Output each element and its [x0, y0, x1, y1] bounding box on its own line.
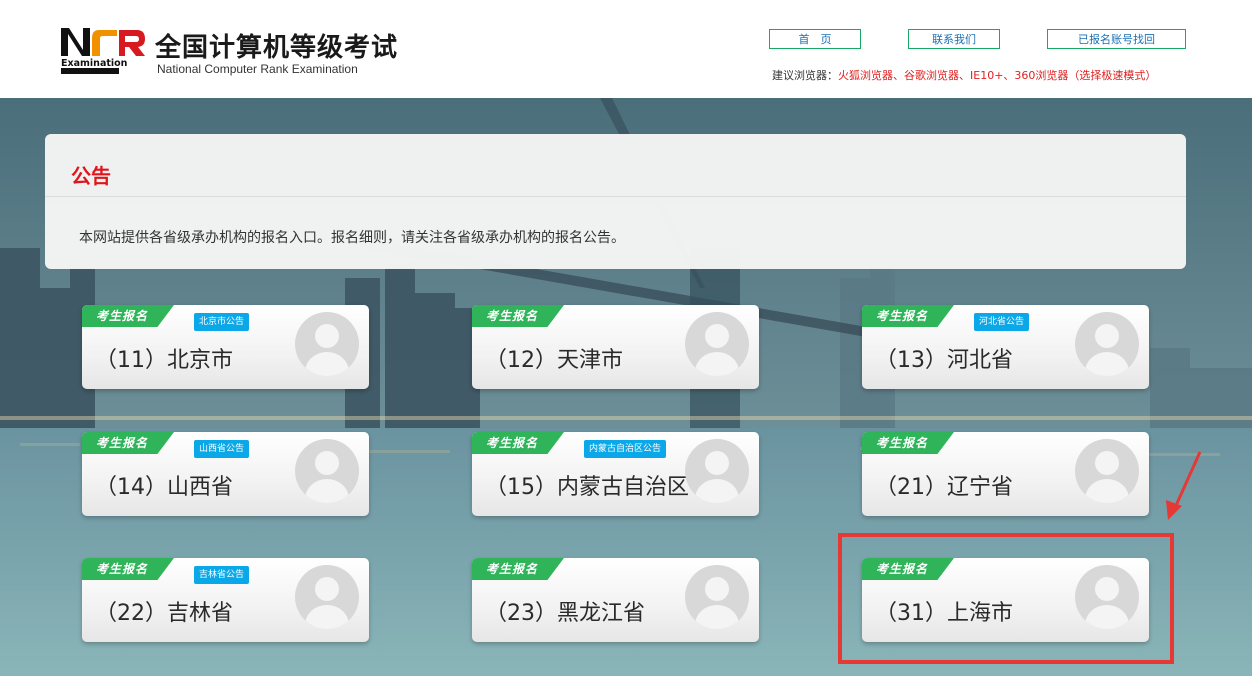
- province-name: （13）河北省: [875, 348, 1013, 373]
- announcement-badge-beijing[interactable]: 北京市公告: [194, 313, 250, 331]
- announcement-badge-inner-mongolia[interactable]: 内蒙古自治区公告: [584, 440, 667, 458]
- province-name: （14）山西省: [95, 475, 233, 500]
- register-ribbon: 考生报名: [82, 305, 174, 327]
- announcement-panel: 公告 本网站提供各省级承办机构的报名入口。报名细则，请关注各省级承办机构的报名公…: [45, 134, 1186, 269]
- register-ribbon: 考生报名: [82, 558, 174, 580]
- announcement-badge-shanxi[interactable]: 山西省公告: [194, 440, 250, 458]
- site-title-cn: 全国计算机等级考试: [155, 33, 399, 63]
- province-name: （15）内蒙古自治区: [485, 475, 689, 500]
- announcement-badge-hebei[interactable]: 河北省公告: [974, 313, 1030, 331]
- province-name: （21）辽宁省: [875, 475, 1013, 500]
- annotation-arrow-icon: [1166, 451, 1202, 520]
- register-ribbon: 考生报名: [472, 432, 564, 454]
- province-name: （22）吉林省: [95, 601, 233, 626]
- province-card-tianjin[interactable]: 考生报名 （12）天津市: [472, 305, 759, 389]
- province-card-shanxi[interactable]: 考生报名 山西省公告 （14）山西省: [82, 432, 369, 516]
- avatar-placeholder-icon: [685, 312, 749, 376]
- province-name: （11）北京市: [95, 348, 233, 373]
- avatar-placeholder-icon: [685, 439, 749, 503]
- logo-wordmark: Examination: [61, 58, 128, 69]
- nav-home-button[interactable]: 首 页: [769, 29, 861, 49]
- browser-recommendation: 建议浏览器：火狐浏览器、谷歌浏览器、IE10+、360浏览器（选择极速模式）: [772, 67, 1156, 83]
- avatar-placeholder-icon: [295, 565, 359, 629]
- announcement-divider: [45, 196, 1186, 197]
- annotation-highlight-box: [838, 533, 1174, 664]
- avatar-placeholder-icon: [1075, 312, 1139, 376]
- avatar-placeholder-icon: [685, 565, 749, 629]
- ncre-logo[interactable]: Examination: [59, 26, 147, 74]
- province-card-heilongjiang[interactable]: 考生报名 （23）黑龙江省: [472, 558, 759, 642]
- register-ribbon: 考生报名: [82, 432, 174, 454]
- province-name: （12）天津市: [485, 348, 623, 373]
- province-card-beijing[interactable]: 考生报名 北京市公告 （11）北京市: [82, 305, 369, 389]
- nav-account-recovery-button[interactable]: 已报名账号找回: [1047, 29, 1186, 49]
- province-card-inner-mongolia[interactable]: 考生报名 内蒙古自治区公告 （15）内蒙古自治区: [472, 432, 759, 516]
- avatar-placeholder-icon: [295, 312, 359, 376]
- register-ribbon: 考生报名: [862, 305, 954, 327]
- avatar-placeholder-icon: [295, 439, 359, 503]
- announcement-badge-jilin[interactable]: 吉林省公告: [194, 566, 250, 584]
- province-card-hebei[interactable]: 考生报名 河北省公告 （13）河北省: [862, 305, 1149, 389]
- announcement-title: 公告: [71, 164, 111, 188]
- province-card-liaoning[interactable]: 考生报名 （21）辽宁省: [862, 432, 1149, 516]
- site-title-en: National Computer Rank Examination: [157, 62, 358, 76]
- browser-tip-value: 火狐浏览器、谷歌浏览器、IE10+、360浏览器（选择极速模式）: [838, 69, 1157, 82]
- site-header: Examination 全国计算机等级考试 National Computer …: [0, 0, 1252, 98]
- browser-tip-label: 建议浏览器：: [772, 69, 838, 82]
- register-ribbon: 考生报名: [862, 432, 954, 454]
- nav-contact-button[interactable]: 联系我们: [908, 29, 1000, 49]
- province-card-jilin[interactable]: 考生报名 吉林省公告 （22）吉林省: [82, 558, 369, 642]
- register-ribbon: 考生报名: [472, 305, 564, 327]
- announcement-text: 本网站提供各省级承办机构的报名入口。报名细则，请关注各省级承办机构的报名公告。: [79, 230, 625, 246]
- register-ribbon: 考生报名: [472, 558, 564, 580]
- avatar-placeholder-icon: [1075, 439, 1139, 503]
- province-name: （23）黑龙江省: [485, 601, 645, 626]
